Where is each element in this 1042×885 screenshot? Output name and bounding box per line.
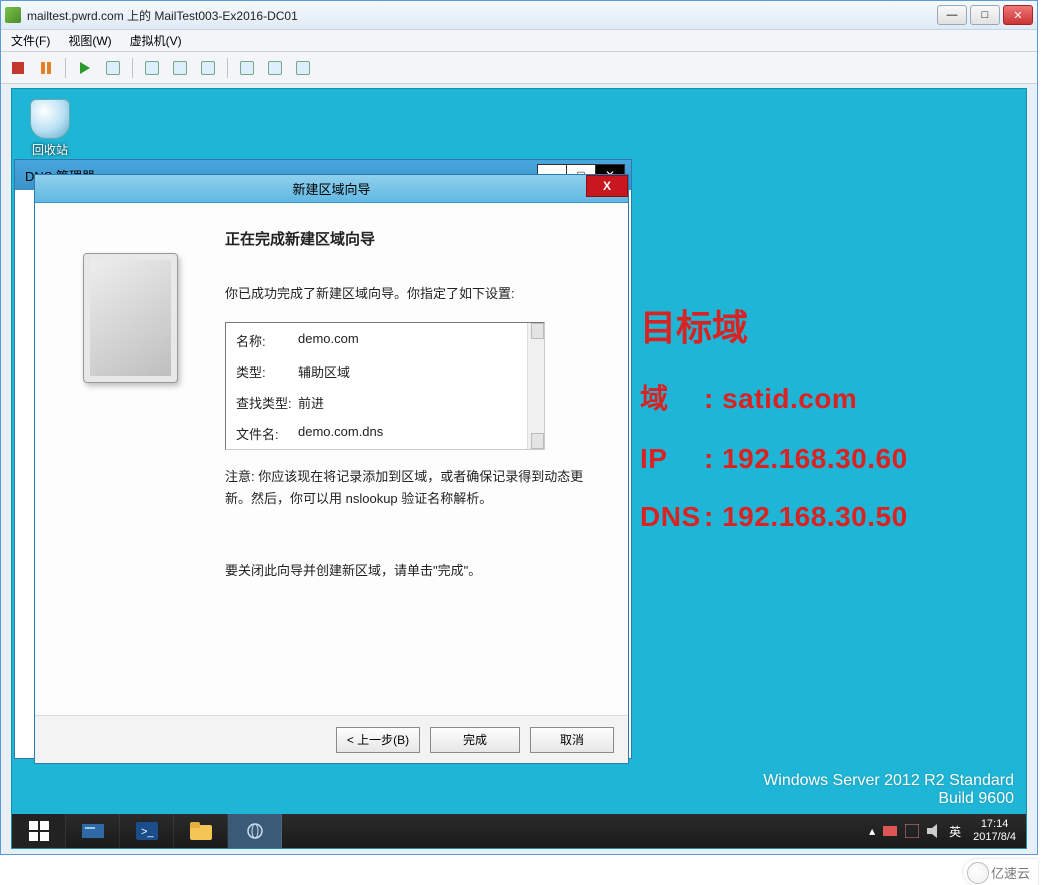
clock-time: 17:14 bbox=[973, 818, 1016, 831]
recycle-bin[interactable]: 回收站 bbox=[30, 99, 70, 158]
vsphere-window: mailtest.pwrd.com 上的 MailTest003-Ex2016-… bbox=[0, 0, 1038, 855]
cd-icon bbox=[268, 61, 282, 75]
menu-file[interactable]: 文件(F) bbox=[7, 30, 54, 51]
taskbar[interactable]: >_ ▴ 英 17:14 2017/8/4 bbox=[12, 814, 1026, 848]
task-powershell[interactable]: >_ bbox=[120, 814, 174, 848]
wizard-note: 注意: 你应该现在将记录添加到区域，或者确保记录得到动态更新。然后，你可以用 n… bbox=[225, 466, 585, 510]
new-zone-wizard: 新建区域向导 X 正在完成新建区域向导 你已成功完成了新建区域向导。你指定了如下… bbox=[34, 174, 629, 764]
window-title: mailtest.pwrd.com 上的 MailTest003-Ex2016-… bbox=[27, 7, 937, 24]
annot-domain-value: : satid.com bbox=[704, 383, 857, 414]
cancel-button[interactable]: 取消 bbox=[530, 727, 614, 753]
refresh-icon bbox=[106, 61, 120, 75]
back-button[interactable]: < 上一步(B) bbox=[336, 727, 420, 753]
server-info: Windows Server 2012 R2 Standard Build 96… bbox=[763, 772, 1014, 808]
clock[interactable]: 17:14 2017/8/4 bbox=[969, 818, 1020, 844]
cd-button[interactable] bbox=[264, 57, 286, 79]
fullscreen-button[interactable] bbox=[236, 57, 258, 79]
flag-icon[interactable] bbox=[883, 824, 897, 838]
server-edition: Windows Server 2012 R2 Standard bbox=[763, 772, 1014, 790]
refresh-button[interactable] bbox=[102, 57, 124, 79]
wizard-heading: 正在完成新建区域向导 bbox=[225, 228, 603, 249]
task-dns[interactable] bbox=[228, 814, 282, 848]
annot-dns-label: DNS bbox=[640, 501, 704, 533]
server-manager-icon bbox=[82, 822, 104, 840]
summary-file-value: demo.com.dns bbox=[298, 424, 383, 443]
wizard-titlebar[interactable]: 新建区域向导 X bbox=[35, 175, 628, 203]
server-build: Build 9600 bbox=[763, 790, 1014, 808]
summary-scrollbar[interactable] bbox=[527, 323, 544, 449]
folder-icon bbox=[190, 822, 212, 840]
recycle-icon bbox=[30, 99, 70, 139]
summary-type-value: 辅助区域 bbox=[298, 362, 350, 381]
network-icon[interactable] bbox=[905, 824, 919, 838]
revert-icon bbox=[201, 61, 215, 75]
summary-name-value: demo.com bbox=[298, 331, 359, 350]
server-icon bbox=[83, 253, 178, 383]
sound-icon[interactable] bbox=[927, 824, 941, 838]
floppy-icon bbox=[296, 61, 310, 75]
svg-text:>_: >_ bbox=[141, 826, 154, 838]
wizard-footer: < 上一步(B) 完成 取消 bbox=[35, 715, 628, 763]
snapshot-manage-icon bbox=[173, 61, 187, 75]
summary-box: 名称:demo.com 类型:辅助区域 查找类型:前进 文件名:demo.com… bbox=[225, 322, 545, 450]
ime-indicator[interactable]: 英 bbox=[949, 823, 961, 840]
snapshot-button[interactable] bbox=[141, 57, 163, 79]
powershell-icon: >_ bbox=[136, 822, 158, 840]
annot-domain-label: 域 bbox=[640, 377, 704, 417]
recycle-label: 回收站 bbox=[30, 141, 70, 158]
dns-icon bbox=[244, 822, 266, 840]
summary-name-label: 名称: bbox=[236, 331, 298, 350]
clock-date: 2017/8/4 bbox=[973, 831, 1016, 844]
snapshot-manage-button[interactable] bbox=[169, 57, 191, 79]
stop-button[interactable] bbox=[7, 57, 29, 79]
snapshot-icon bbox=[145, 61, 159, 75]
vm-desktop[interactable]: 回收站 DNS 管理器 — □ ✕ 新建区域向导 X bbox=[11, 88, 1027, 849]
windows-icon bbox=[29, 821, 49, 841]
tray-arrow-icon[interactable]: ▴ bbox=[869, 824, 875, 838]
annot-ip-value: : 192.168.30.60 bbox=[704, 443, 908, 474]
menu-bar: 文件(F) 视图(W) 虚拟机(V) bbox=[1, 30, 1037, 52]
titlebar[interactable]: mailtest.pwrd.com 上的 MailTest003-Ex2016-… bbox=[1, 1, 1037, 30]
close-button[interactable]: ✕ bbox=[1003, 5, 1033, 25]
fullscreen-icon bbox=[240, 61, 254, 75]
annot-ip-label: IP bbox=[640, 443, 704, 475]
annotation-overlay: 目标域 域: satid.com IP: 192.168.30.60 DNS: … bbox=[640, 299, 908, 559]
annotation-title: 目标域 bbox=[640, 299, 908, 351]
start-button[interactable] bbox=[12, 814, 66, 848]
summary-file-label: 文件名: bbox=[236, 424, 298, 443]
wizard-close-hint: 要关闭此向导并创建新区域，请单击"完成"。 bbox=[225, 560, 585, 582]
wizard-title: 新建区域向导 bbox=[292, 179, 370, 198]
watermark: 亿速云 bbox=[963, 859, 1038, 885]
task-explorer[interactable] bbox=[174, 814, 228, 848]
summary-lookup-value: 前进 bbox=[298, 393, 324, 412]
summary-lookup-label: 查找类型: bbox=[236, 393, 298, 412]
task-server-manager[interactable] bbox=[66, 814, 120, 848]
toolbar bbox=[1, 52, 1037, 84]
minimize-button[interactable]: — bbox=[937, 5, 967, 25]
play-button[interactable] bbox=[74, 57, 96, 79]
revert-button[interactable] bbox=[197, 57, 219, 79]
vsphere-icon bbox=[5, 7, 21, 23]
summary-type-label: 类型: bbox=[236, 362, 298, 381]
wizard-intro: 你已成功完成了新建区域向导。你指定了如下设置: bbox=[225, 283, 603, 302]
menu-view[interactable]: 视图(W) bbox=[64, 30, 115, 51]
pause-button[interactable] bbox=[35, 57, 57, 79]
maximize-button[interactable]: □ bbox=[970, 5, 1000, 25]
wizard-close-button[interactable]: X bbox=[586, 175, 628, 197]
floppy-button[interactable] bbox=[292, 57, 314, 79]
annot-dns-value: : 192.168.30.50 bbox=[704, 501, 908, 532]
system-tray[interactable]: ▴ 英 17:14 2017/8/4 bbox=[863, 814, 1026, 848]
menu-vm[interactable]: 虚拟机(V) bbox=[126, 30, 186, 51]
finish-button[interactable]: 完成 bbox=[430, 727, 520, 753]
